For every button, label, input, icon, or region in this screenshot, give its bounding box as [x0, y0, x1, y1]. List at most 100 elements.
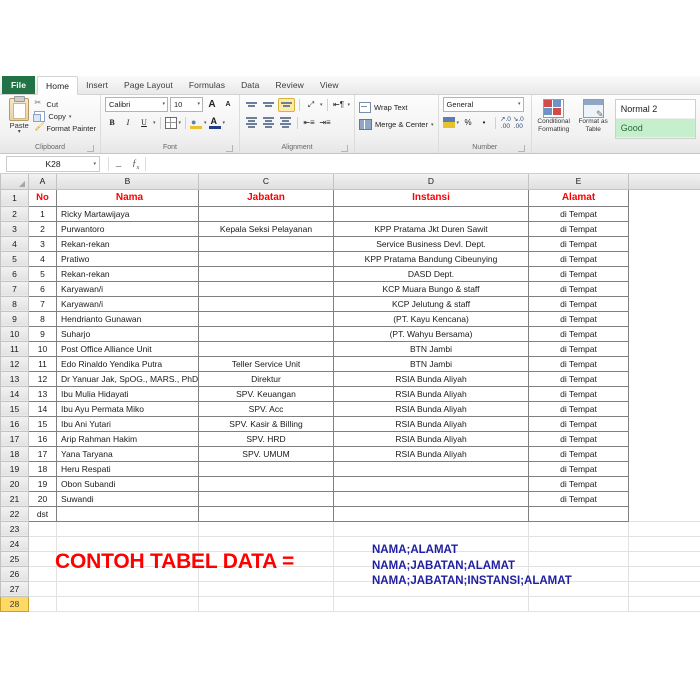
cell-jabatan-r3[interactable]: Kepala Seksi Pelayanan — [199, 221, 334, 236]
cell-instansi-r21[interactable] — [334, 491, 529, 506]
cell-no-r16[interactable]: 15 — [29, 416, 57, 431]
cell-instansi-r16[interactable]: RSIA Bunda Aliyah — [334, 416, 529, 431]
cell-alamat-r9[interactable]: di Tempat — [529, 311, 629, 326]
shrink-font-button[interactable]: A — [221, 98, 235, 112]
cell-f-r6[interactable] — [629, 266, 700, 281]
row-header-11[interactable]: 11 — [1, 341, 29, 356]
cell-nama-r3[interactable]: Purwantoro — [57, 221, 199, 236]
conditional-formatting-button[interactable]: Conditional Formatting — [536, 99, 571, 133]
cell-no-r10[interactable]: 9 — [29, 326, 57, 341]
cell-alamat-r15[interactable]: di Tempat — [529, 401, 629, 416]
cell-instansi-r14[interactable]: RSIA Bunda Aliyah — [334, 386, 529, 401]
chevron-down-icon[interactable]: ▾ — [320, 102, 323, 108]
cell-instansi-r4[interactable]: Service Business Devl. Dept. — [334, 236, 529, 251]
cell-instansi-r5[interactable]: KPP Pratama Bandung Cibeunying — [334, 251, 529, 266]
cell-instansi-r7[interactable]: KCP Muara Bungo & staff — [334, 281, 529, 296]
row-header-24[interactable]: 24 — [1, 536, 29, 551]
cell-jabatan-r17[interactable]: SPV. HRD — [199, 431, 334, 446]
row-header-28[interactable]: 28 — [1, 596, 29, 611]
cell-nama-r10[interactable]: Suharjo — [57, 326, 199, 341]
cell-no-r4[interactable]: 3 — [29, 236, 57, 251]
empty-cell[interactable] — [57, 596, 199, 611]
cell-nama-r17[interactable]: Arip Rahman Hakim — [57, 431, 199, 446]
row-header-14[interactable]: 14 — [1, 386, 29, 401]
tab-formulas[interactable]: Formulas — [181, 76, 233, 94]
empty-cell[interactable] — [629, 536, 700, 551]
cell-f-r21[interactable] — [629, 491, 700, 506]
column-header-d[interactable]: D — [334, 174, 529, 189]
borders-icon[interactable] — [165, 117, 177, 129]
cell-nama-r9[interactable]: Hendrianto Gunawan — [57, 311, 199, 326]
empty-cell[interactable] — [334, 596, 529, 611]
cell-no-r19[interactable]: 18 — [29, 461, 57, 476]
cell-nama-r20[interactable]: Obon Subandi — [57, 476, 199, 491]
empty-cell[interactable] — [199, 581, 334, 596]
column-header-b[interactable]: B — [57, 174, 199, 189]
align-bottom-icon[interactable] — [278, 98, 295, 112]
empty-cell[interactable] — [199, 536, 334, 551]
cell-f-r4[interactable] — [629, 236, 700, 251]
cell-f-r5[interactable] — [629, 251, 700, 266]
tab-home[interactable]: Home — [37, 76, 78, 95]
cell-f-r16[interactable] — [629, 416, 700, 431]
empty-cell[interactable] — [57, 581, 199, 596]
cell-f-r17[interactable] — [629, 431, 700, 446]
cell-nama-r6[interactable]: Rekan-rekan — [57, 266, 199, 281]
cell-no-r22[interactable]: dst — [29, 506, 57, 521]
row-header-22[interactable]: 22 — [1, 506, 29, 521]
cell-alamat-r17[interactable]: di Tempat — [529, 431, 629, 446]
cell-alamat-r19[interactable]: di Tempat — [529, 461, 629, 476]
cell-instansi-r6[interactable]: DASD Dept. — [334, 266, 529, 281]
cell-instansi-r20[interactable] — [334, 476, 529, 491]
chevron-down-icon[interactable]: ▾ — [179, 120, 182, 126]
row-header-2[interactable]: 2 — [1, 206, 29, 221]
row-header-8[interactable]: 8 — [1, 296, 29, 311]
row-header-5[interactable]: 5 — [1, 251, 29, 266]
cell-nama-r18[interactable]: Yana Taryana — [57, 446, 199, 461]
merge-center-button[interactable]: Merge & Center ▾ — [359, 118, 433, 131]
cell-jabatan-r16[interactable]: SPV. Kasir & Billing — [199, 416, 334, 431]
cell-jabatan-r8[interactable] — [199, 296, 334, 311]
cell-f-r8[interactable] — [629, 296, 700, 311]
chevron-down-icon[interactable]: ▾ — [153, 120, 156, 126]
cell-nama-r22[interactable] — [57, 506, 199, 521]
empty-cell[interactable] — [29, 581, 57, 596]
cell-f1[interactable] — [629, 189, 700, 206]
cell-alamat-r3[interactable]: di Tempat — [529, 221, 629, 236]
header-cell-jabatan[interactable]: Jabatan — [199, 189, 334, 206]
cell-jabatan-r21[interactable] — [199, 491, 334, 506]
cell-jabatan-r18[interactable]: SPV. UMUM — [199, 446, 334, 461]
number-format-combobox[interactable]: General ▾ — [443, 97, 524, 112]
cell-no-r17[interactable]: 16 — [29, 431, 57, 446]
empty-cell[interactable] — [29, 536, 57, 551]
chevron-down-icon[interactable]: ▾ — [223, 120, 226, 126]
row-header-9[interactable]: 9 — [1, 311, 29, 326]
empty-cell[interactable] — [629, 521, 700, 536]
cell-nama-r19[interactable]: Heru Respati — [57, 461, 199, 476]
font-size-combobox[interactable]: 10 ▾ — [170, 97, 203, 112]
percent-style-button[interactable]: % — [461, 116, 475, 130]
cell-f-r9[interactable] — [629, 311, 700, 326]
empty-cell[interactable] — [199, 596, 334, 611]
tab-data[interactable]: Data — [233, 76, 267, 94]
copy-button[interactable]: Copy ▾ — [34, 111, 96, 122]
cell-no-r20[interactable]: 19 — [29, 476, 57, 491]
cell-no-r6[interactable]: 5 — [29, 266, 57, 281]
chevron-down-icon[interactable]: ▾ — [204, 120, 207, 126]
cell-alamat-r14[interactable]: di Tempat — [529, 386, 629, 401]
row-header-1[interactable]: 1 — [1, 189, 29, 206]
italic-button[interactable]: I — [121, 116, 135, 130]
cell-no-r2[interactable]: 1 — [29, 206, 57, 221]
cell-jabatan-r15[interactable]: SPV. Acc — [199, 401, 334, 416]
cell-alamat-r6[interactable]: di Tempat — [529, 266, 629, 281]
tab-review[interactable]: Review — [267, 76, 311, 94]
column-header-e[interactable]: E — [529, 174, 629, 189]
empty-cell[interactable] — [29, 521, 57, 536]
cell-instansi-r13[interactable]: RSIA Bunda Aliyah — [334, 371, 529, 386]
cell-alamat-r18[interactable]: di Tempat — [529, 446, 629, 461]
cell-no-r5[interactable]: 4 — [29, 251, 57, 266]
cell-instansi-r8[interactable]: KCP Jelutung & staff — [334, 296, 529, 311]
cell-alamat-r5[interactable]: di Tempat — [529, 251, 629, 266]
cell-alamat-r21[interactable]: di Tempat — [529, 491, 629, 506]
cell-instansi-r19[interactable] — [334, 461, 529, 476]
